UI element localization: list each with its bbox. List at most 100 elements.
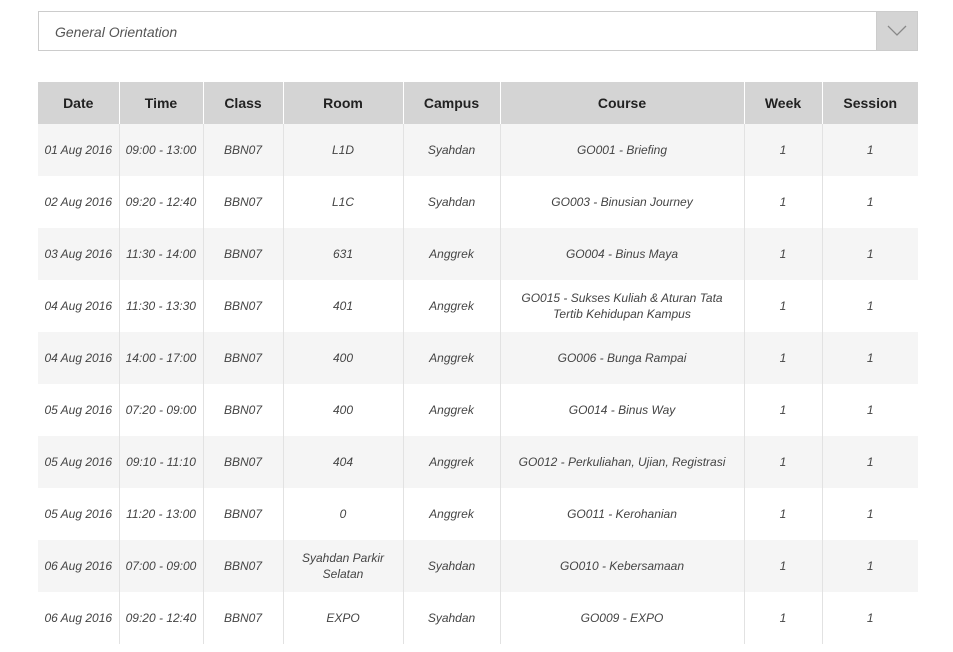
table-row: 05 Aug 2016 11:20 - 13:00 BBN07 0 Anggrek GO0… (38, 488, 918, 540)
cell-date: 01 Aug 2016 (38, 124, 120, 176)
cell-date: 05 Aug 2016 (38, 384, 120, 436)
cell-time: 09:00 - 13:00 (119, 124, 204, 176)
cell-week: 1 (744, 124, 823, 176)
column-header-date[interactable]: Date (38, 82, 120, 124)
column-header-time[interactable]: Time (119, 82, 204, 124)
cell-time: 09:10 - 11:10 (119, 436, 204, 488)
cell-date: 03 Aug 2016 (38, 228, 120, 280)
cell-room: 400 (283, 332, 404, 384)
cell-campus: Syahdan (403, 592, 501, 644)
schedule-table: Date Time Class Room Campus Course Week … (38, 82, 918, 644)
cell-class: BBN07 (203, 592, 284, 644)
cell-time: 07:00 - 09:00 (119, 540, 204, 592)
cell-room: Syahdan Parkir Selatan (283, 540, 404, 592)
cell-class: BBN07 (203, 488, 284, 540)
cell-time: 07:20 - 09:00 (119, 384, 204, 436)
cell-session: 1 (822, 176, 918, 228)
table-row: 01 Aug 2016 09:00 - 13:00 BBN07 L1D Syahdan G… (38, 124, 918, 176)
cell-time: 14:00 - 17:00 (119, 332, 204, 384)
cell-week: 1 (744, 332, 823, 384)
column-header-session[interactable]: Session (822, 82, 918, 124)
cell-session: 1 (822, 436, 918, 488)
cell-room: L1D (283, 124, 404, 176)
cell-room: 0 (283, 488, 404, 540)
cell-room: 400 (283, 384, 404, 436)
table-row: 05 Aug 2016 07:20 - 09:00 BBN07 400 Anggrek G… (38, 384, 918, 436)
cell-week: 1 (744, 488, 823, 540)
column-header-class[interactable]: Class (203, 82, 284, 124)
table-row: 04 Aug 2016 14:00 - 17:00 BBN07 400 Anggrek G… (38, 332, 918, 384)
cell-room: 404 (283, 436, 404, 488)
cell-class: BBN07 (203, 124, 284, 176)
cell-time: 09:20 - 12:40 (119, 176, 204, 228)
cell-session: 1 (822, 384, 918, 436)
cell-week: 1 (744, 280, 823, 332)
cell-date: 04 Aug 2016 (38, 332, 120, 384)
chevron-down-icon (887, 25, 907, 36)
cell-time: 11:30 - 14:00 (119, 228, 204, 280)
cell-session: 1 (822, 540, 918, 592)
cell-week: 1 (744, 592, 823, 644)
cell-course: GO014 - Binus Way (500, 384, 745, 436)
cell-campus: Anggrek (403, 436, 501, 488)
cell-session: 1 (822, 332, 918, 384)
cell-date: 05 Aug 2016 (38, 436, 120, 488)
cell-week: 1 (744, 436, 823, 488)
cell-week: 1 (744, 540, 823, 592)
cell-class: BBN07 (203, 228, 284, 280)
table-row: 02 Aug 2016 09:20 - 12:40 BBN07 L1C Syahdan G… (38, 176, 918, 228)
cell-class: BBN07 (203, 384, 284, 436)
cell-class: BBN07 (203, 436, 284, 488)
cell-course: GO003 - Binusian Journey (500, 176, 745, 228)
cell-class: BBN07 (203, 332, 284, 384)
cell-course: GO011 - Kerohanian (500, 488, 745, 540)
table-header-row: Date Time Class Room Campus Course Week … (38, 82, 918, 124)
cell-course: GO001 - Briefing (500, 124, 745, 176)
cell-room: 631 (283, 228, 404, 280)
cell-time: 11:20 - 13:00 (119, 488, 204, 540)
cell-campus: Syahdan (403, 176, 501, 228)
cell-class: BBN07 (203, 280, 284, 332)
cell-course: GO004 - Binus Maya (500, 228, 745, 280)
table-row: 03 Aug 2016 11:30 - 14:00 BBN07 631 Anggrek G… (38, 228, 918, 280)
cell-session: 1 (822, 488, 918, 540)
cell-week: 1 (744, 228, 823, 280)
cell-room: 401 (283, 280, 404, 332)
orientation-select[interactable]: General Orientation (38, 11, 918, 51)
cell-course: GO010 - Kebersamaan (500, 540, 745, 592)
cell-session: 1 (822, 124, 918, 176)
table-row: 06 Aug 2016 07:00 - 09:00 BBN07 Syahdan Par… (38, 540, 918, 592)
cell-campus: Anggrek (403, 488, 501, 540)
column-header-campus[interactable]: Campus (403, 82, 501, 124)
table-row: 05 Aug 2016 09:10 - 11:10 BBN07 404 Anggrek G… (38, 436, 918, 488)
column-header-week[interactable]: Week (744, 82, 823, 124)
table-row: 06 Aug 2016 09:20 - 12:40 BBN07 EXPO Syahdan… (38, 592, 918, 644)
dropdown-toggle-button[interactable] (876, 12, 917, 50)
cell-time: 11:30 - 13:30 (119, 280, 204, 332)
cell-class: BBN07 (203, 176, 284, 228)
cell-course: GO009 - EXPO (500, 592, 745, 644)
cell-campus: Syahdan (403, 540, 501, 592)
cell-course: GO006 - Bunga Rampai (500, 332, 745, 384)
cell-room: EXPO (283, 592, 404, 644)
column-header-room[interactable]: Room (283, 82, 404, 124)
cell-room: L1C (283, 176, 404, 228)
cell-week: 1 (744, 384, 823, 436)
cell-course: GO015 - Sukses Kuliah & Aturan Tata Tert… (500, 280, 745, 332)
cell-campus: Anggrek (403, 384, 501, 436)
cell-course: GO012 - Perkuliahan, Ujian, Registrasi (500, 436, 745, 488)
cell-session: 1 (822, 228, 918, 280)
cell-week: 1 (744, 176, 823, 228)
cell-date: 05 Aug 2016 (38, 488, 120, 540)
cell-date: 04 Aug 2016 (38, 280, 120, 332)
cell-campus: Anggrek (403, 280, 501, 332)
cell-session: 1 (822, 592, 918, 644)
cell-class: BBN07 (203, 540, 284, 592)
cell-date: 06 Aug 2016 (38, 540, 120, 592)
column-header-course[interactable]: Course (500, 82, 745, 124)
cell-session: 1 (822, 280, 918, 332)
table-row: 04 Aug 2016 11:30 - 13:30 BBN07 401 Anggrek G… (38, 280, 918, 332)
cell-campus: Anggrek (403, 332, 501, 384)
orientation-select-value: General Orientation (55, 24, 178, 40)
cell-campus: Anggrek (403, 228, 501, 280)
